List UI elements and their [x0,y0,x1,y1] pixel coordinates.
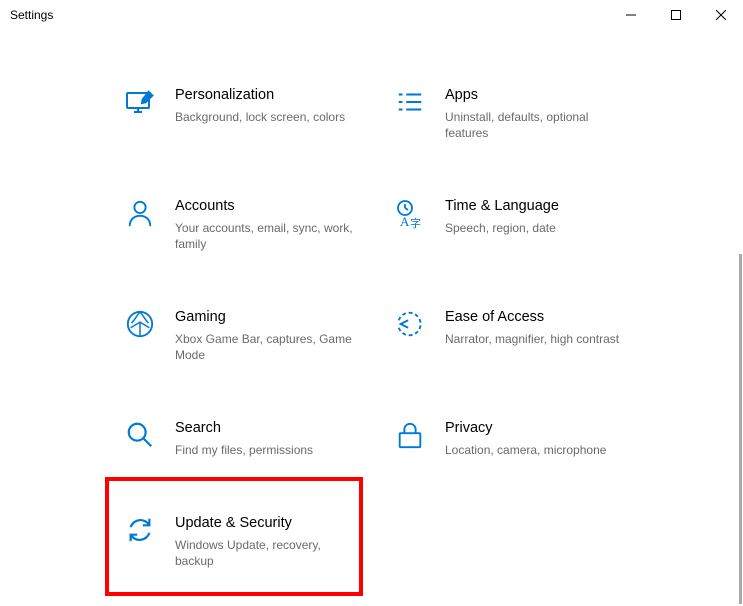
category-title: Time & Language [445,196,559,216]
category-desc: Uninstall, defaults, optional features [445,109,625,141]
gaming-icon [120,307,160,339]
category-title: Ease of Access [445,307,619,327]
category-desc: Location, camera, microphone [445,442,606,458]
category-apps[interactable]: Apps Uninstall, defaults, optional featu… [390,85,743,141]
maximize-button[interactable] [653,0,698,30]
ease-of-access-icon [390,307,430,339]
time-language-icon: A 字 [390,196,430,230]
search-icon [120,418,160,450]
category-desc: Narrator, magnifier, high contrast [445,331,619,347]
svg-text:A: A [400,214,410,229]
accounts-icon [120,196,160,228]
category-search[interactable]: Search Find my files, permissions [120,418,390,458]
category-personalization[interactable]: Personalization Background, lock screen,… [120,85,390,141]
category-time-language[interactable]: A 字 Time & Language Speech, region, date [390,196,743,252]
category-desc: Your accounts, email, sync, work, family [175,220,355,252]
category-desc: Background, lock screen, colors [175,109,345,125]
apps-icon [390,85,430,117]
category-accounts[interactable]: Accounts Your accounts, email, sync, wor… [120,196,390,252]
svg-text:字: 字 [410,216,421,230]
category-desc: Find my files, permissions [175,442,313,458]
window-titlebar: Settings [0,0,743,30]
scrollbar[interactable] [739,254,742,604]
category-desc: Speech, region, date [445,220,559,236]
privacy-icon [390,418,430,450]
minimize-button[interactable] [608,0,653,30]
category-desc: Xbox Game Bar, captures, Game Mode [175,331,355,363]
category-title: Accounts [175,196,355,216]
category-update-security[interactable]: Update & Security Windows Update, recove… [120,513,390,569]
category-title: Privacy [445,418,606,438]
category-title: Update & Security [175,513,355,533]
personalization-icon [120,85,160,119]
window-title: Settings [10,8,53,22]
category-title: Personalization [175,85,345,105]
category-title: Gaming [175,307,355,327]
category-privacy[interactable]: Privacy Location, camera, microphone [390,418,743,458]
category-title: Apps [445,85,625,105]
settings-content: Personalization Background, lock screen,… [0,30,743,606]
close-button[interactable] [698,0,743,30]
update-security-icon [120,513,160,545]
category-gaming[interactable]: Gaming Xbox Game Bar, captures, Game Mod… [120,307,390,363]
category-title: Search [175,418,313,438]
category-desc: Windows Update, recovery, backup [175,537,355,569]
category-ease-of-access[interactable]: Ease of Access Narrator, magnifier, high… [390,307,743,363]
